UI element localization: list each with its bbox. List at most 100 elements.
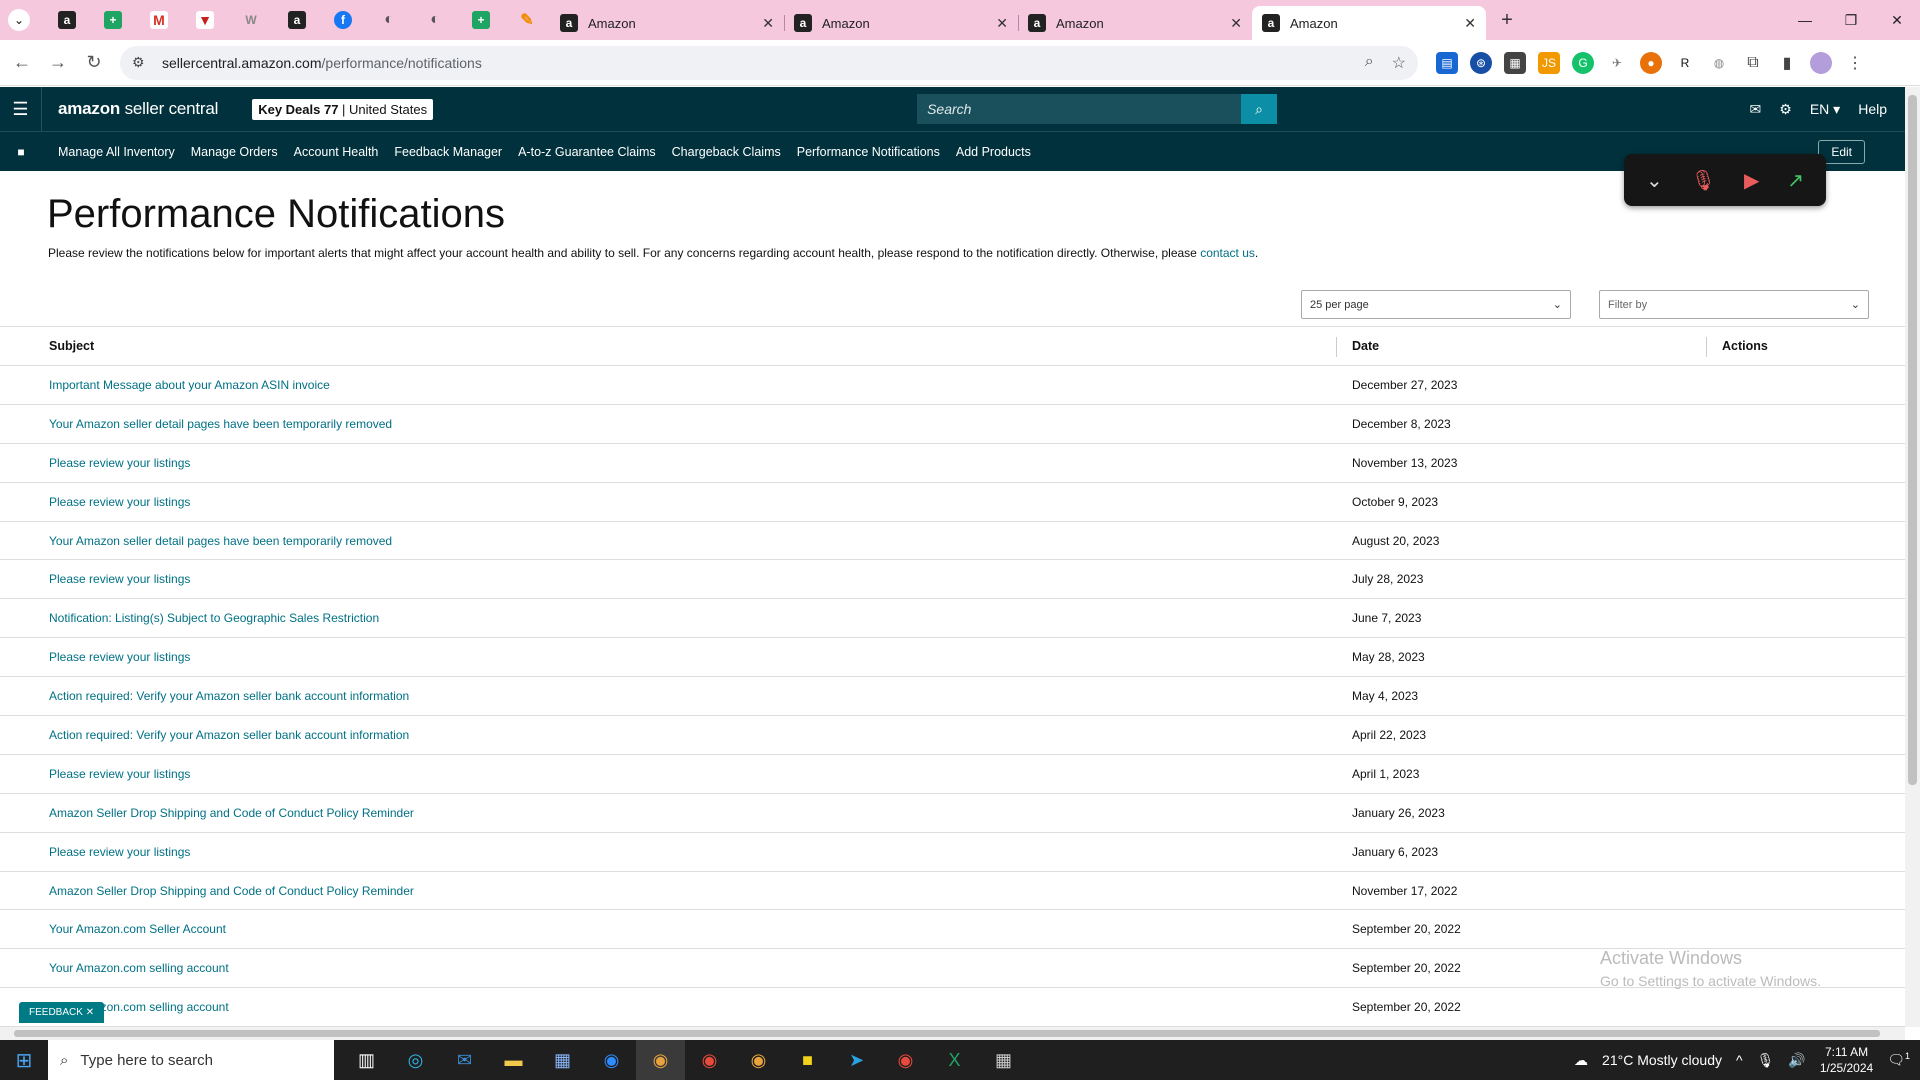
nav-link[interactable]: Chargeback Claims	[672, 145, 781, 159]
reload-icon[interactable]: ↻	[76, 45, 112, 81]
vertical-scrollbar[interactable]	[1905, 87, 1920, 1027]
profile-avatar[interactable]	[1810, 51, 1832, 74]
pinned-tab[interactable]: +	[90, 0, 136, 40]
feedback-button[interactable]: FEEDBACK ✕	[19, 1002, 105, 1023]
pinned-tab[interactable]: M	[136, 0, 182, 40]
task-view-icon[interactable]: ▥	[342, 1040, 391, 1080]
per-page-select[interactable]: 25 per page ⌄	[1301, 290, 1571, 319]
forward-arrow-icon[interactable]: →	[40, 45, 76, 81]
nav-link[interactable]: A-to-z Guarantee Claims	[518, 145, 656, 159]
store-icon[interactable]: ▦	[538, 1040, 587, 1080]
notification-subject-link[interactable]: Your Amazon.com selling account	[49, 961, 229, 975]
settings-gear-icon[interactable]: ⚙	[1779, 101, 1792, 118]
filter-by-select[interactable]: Filter by ⌄	[1599, 290, 1869, 319]
extension-icon[interactable]: ⊛	[1470, 51, 1492, 74]
notification-subject-link[interactable]: Please review your listings	[49, 845, 190, 859]
column-header-subject[interactable]: Subject	[49, 339, 94, 353]
notification-subject-link[interactable]: Please review your listings	[49, 495, 190, 509]
close-tab-icon[interactable]: ✕	[1464, 15, 1476, 32]
notification-subject-link[interactable]: Amazon Seller Drop Shipping and Code of …	[49, 806, 414, 820]
notification-subject-link[interactable]: Your Amazon seller detail pages have bee…	[49, 534, 392, 548]
notifications-icon[interactable]: 🗨1	[1887, 1051, 1910, 1069]
scrollbar-thumb[interactable]	[1908, 95, 1917, 785]
notification-subject-link[interactable]: Please review your listings	[49, 456, 190, 470]
microphone-icon[interactable]: 🎙	[1757, 1052, 1775, 1069]
weather-text[interactable]: 21°C Mostly cloudy	[1602, 1052, 1722, 1068]
bookmark-star-icon[interactable]: ☆	[1392, 53, 1406, 73]
tray-chevron-icon[interactable]: ^	[1736, 1052, 1743, 1068]
extension-icon[interactable]: ▦	[1504, 51, 1526, 74]
scrollbar-thumb[interactable]	[14, 1030, 1880, 1037]
hamburger-menu-icon[interactable]: ☰	[0, 87, 42, 131]
horizontal-scrollbar[interactable]	[0, 1027, 1905, 1040]
language-selector[interactable]: EN ▾	[1810, 101, 1840, 118]
windows-start-icon[interactable]: ⊞	[0, 1040, 48, 1080]
nav-link[interactable]: Manage Orders	[191, 145, 278, 159]
mail-app-icon[interactable]: ✉	[440, 1040, 489, 1080]
clock[interactable]: 7:11 AM 1/25/2024	[1820, 1044, 1873, 1076]
close-icon[interactable]: ✕	[86, 1007, 94, 1018]
browser-tab[interactable]: a Amazon ✕	[784, 6, 1018, 40]
calculator-icon[interactable]: ▦	[979, 1040, 1028, 1080]
notification-subject-link[interactable]: Action required: Verify your Amazon sell…	[49, 728, 409, 742]
extension-icon[interactable]: R	[1674, 52, 1696, 74]
taskbar-search[interactable]: ⌕ Type here to search	[48, 1040, 334, 1080]
bookmark-icon[interactable]: ■	[0, 145, 42, 159]
mic-muted-icon[interactable]: 🎙	[1691, 168, 1716, 193]
nav-link[interactable]: Account Health	[294, 145, 379, 159]
close-window-icon[interactable]: ✕	[1874, 0, 1920, 40]
search-icon[interactable]: ⌕	[1241, 94, 1278, 124]
chrome-icon[interactable]: ◉	[881, 1040, 930, 1080]
notification-subject-link[interactable]: Please review your listings	[49, 572, 190, 586]
nav-link[interactable]: Feedback Manager	[394, 145, 502, 159]
close-tab-icon[interactable]: ✕	[762, 15, 774, 32]
amazon-seller-central-logo[interactable]: amazon seller central	[58, 99, 218, 119]
extension-icon[interactable]: JS	[1538, 51, 1560, 74]
notification-subject-link[interactable]: Action required: Verify your Amazon sell…	[49, 689, 409, 703]
pinned-tab[interactable]: ✎	[504, 0, 550, 40]
nav-link[interactable]: Manage All Inventory	[58, 145, 175, 159]
close-tab-icon[interactable]: ✕	[996, 15, 1008, 32]
browser-tab[interactable]: a Amazon ✕	[550, 6, 784, 40]
new-tab-plus-icon[interactable]: +	[1492, 9, 1522, 32]
extension-icon[interactable]: ●	[1640, 51, 1662, 74]
kebab-menu-icon[interactable]: ⋮	[1844, 52, 1866, 74]
notification-subject-link[interactable]: Notification: Listing(s) Subject to Geog…	[49, 611, 379, 625]
notification-subject-link[interactable]: Please review your listings	[49, 767, 190, 781]
site-settings-icon[interactable]: ⚙	[132, 54, 150, 71]
extension-icon[interactable]: ✈	[1606, 52, 1628, 74]
weather-cloud-icon[interactable]: ☁	[1574, 1052, 1588, 1069]
collapse-chevron-icon[interactable]: ⌄	[1646, 168, 1663, 193]
sticky-notes-icon[interactable]: ■	[783, 1040, 832, 1080]
notification-subject-link[interactable]: Your Amazon seller detail pages have bee…	[49, 417, 392, 431]
chrome-icon[interactable]: ◉	[636, 1040, 685, 1080]
zoom-app-icon[interactable]: ◉	[587, 1040, 636, 1080]
file-explorer-icon[interactable]: ▬	[489, 1040, 538, 1080]
pinned-tab[interactable]: a	[44, 0, 90, 40]
browser-tab[interactable]: a Amazon ✕	[1018, 6, 1252, 40]
extension-icon[interactable]: ▤	[1436, 51, 1458, 74]
pinned-tab[interactable]: a	[274, 0, 320, 40]
chrome-icon[interactable]: ◉	[685, 1040, 734, 1080]
pinned-tab[interactable]: ◐	[412, 0, 458, 40]
mail-icon[interactable]: ✉	[1750, 101, 1762, 118]
pinned-tab[interactable]: ◐	[366, 0, 412, 40]
notification-subject-link[interactable]: Please review your listings	[49, 650, 190, 664]
volume-icon[interactable]: 🔊	[1788, 1052, 1805, 1069]
notification-subject-link[interactable]: Important Message about your Amazon ASIN…	[49, 378, 330, 392]
pinned-tab[interactable]: W	[228, 0, 274, 40]
camera-off-icon[interactable]: ▶	[1744, 168, 1759, 193]
nav-link[interactable]: Performance Notifications	[797, 145, 940, 159]
notification-subject-link[interactable]: Your Amazon.com Seller Account	[49, 922, 226, 936]
grammarly-icon[interactable]: G	[1572, 51, 1594, 74]
chrome-icon[interactable]: ◉	[734, 1040, 783, 1080]
close-tab-icon[interactable]: ✕	[1230, 15, 1242, 32]
edge-icon[interactable]: ◎	[391, 1040, 440, 1080]
extension-icon[interactable]: ◍	[1708, 52, 1730, 74]
url-bar[interactable]: ⚙ sellercentral.amazon.com/performance/n…	[120, 45, 1418, 80]
share-screen-icon[interactable]: ↗	[1787, 168, 1804, 193]
marketplace-switcher[interactable]: Key Deals 77 | United States	[252, 98, 434, 120]
excel-icon[interactable]: X	[930, 1040, 979, 1080]
contact-us-link[interactable]: contact us	[1200, 246, 1255, 260]
pinned-tab[interactable]: +	[458, 0, 504, 40]
